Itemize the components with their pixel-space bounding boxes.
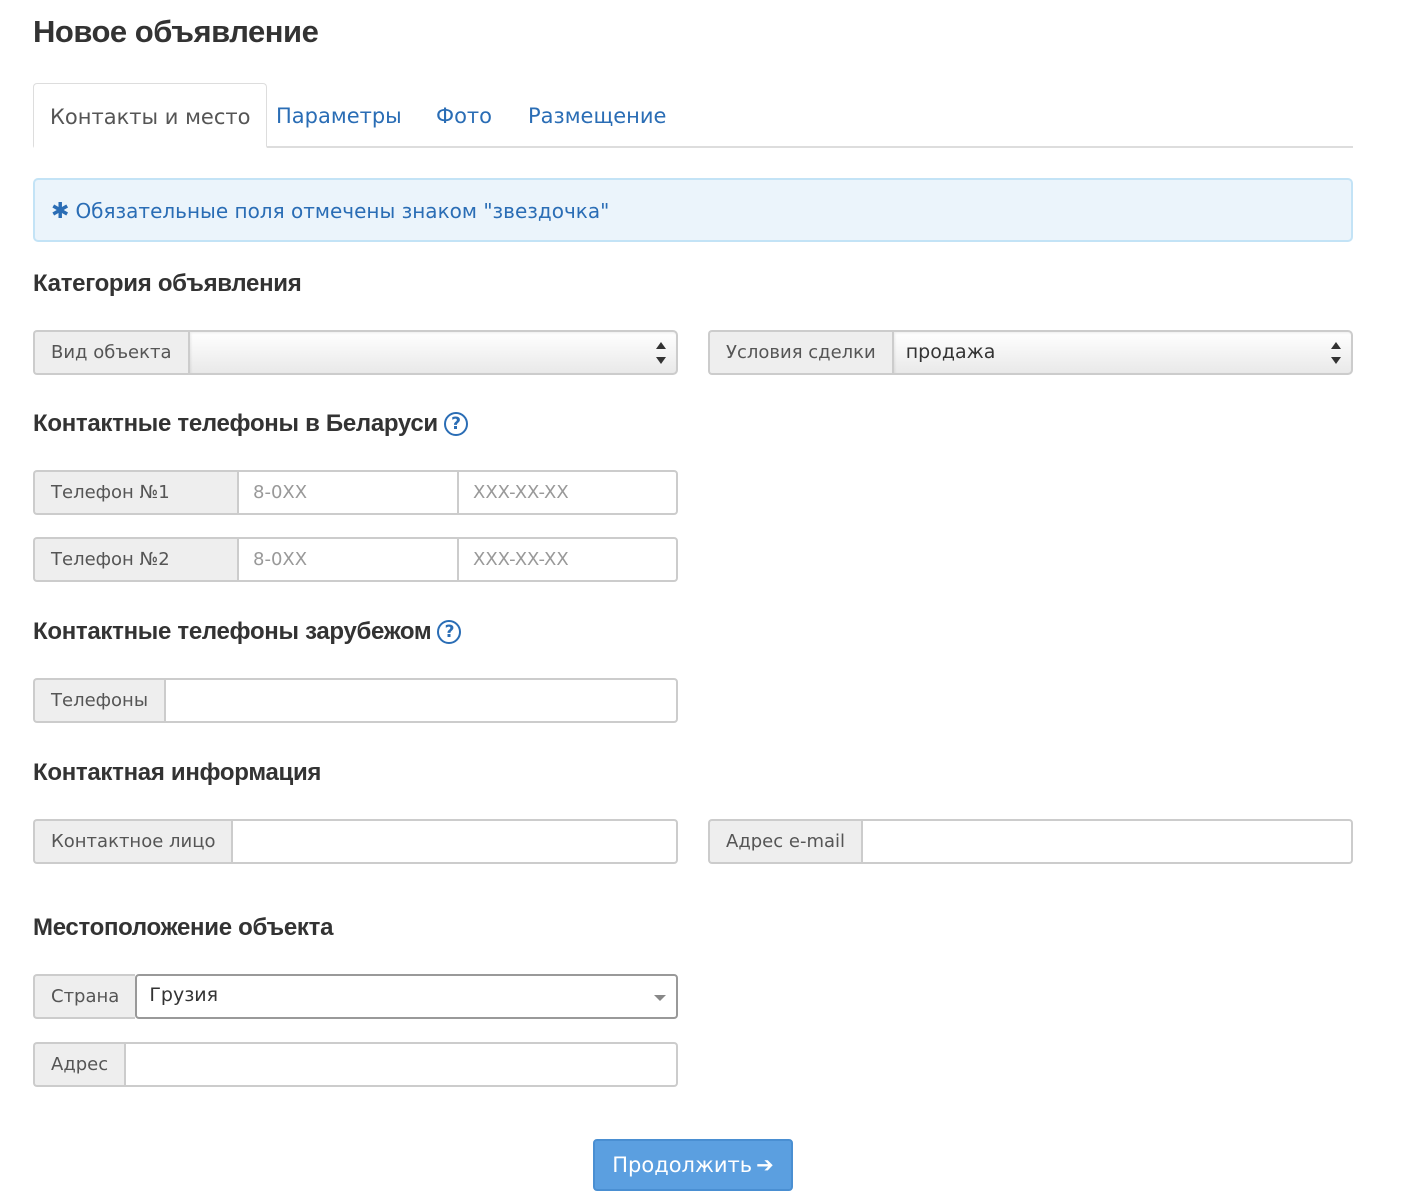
- phone1-code-input[interactable]: 8-0XX: [237, 470, 457, 515]
- phone1-number-placeholder: XXX-XX-XX: [473, 482, 569, 503]
- deal-terms-label: Условия сделки: [708, 330, 892, 375]
- phone1-number-input[interactable]: XXX-XX-XX: [457, 470, 678, 515]
- location-title-text: Местоположение объекта: [33, 914, 334, 941]
- tab-placement[interactable]: Размещение: [528, 83, 666, 148]
- category-title-text: Категория объявления: [33, 270, 302, 297]
- contact-person-input[interactable]: [231, 819, 678, 864]
- help-icon[interactable]: ?: [443, 412, 468, 436]
- object-type-group: Вид объекта: [33, 330, 678, 375]
- address-group: Адрес: [33, 1042, 678, 1087]
- phones-by-title-text: Контактные телефоны в Беларуси: [33, 410, 438, 437]
- tabs: Контакты и место Параметры Фото Размещен…: [33, 83, 1353, 148]
- contact-info-title-text: Контактная информация: [33, 759, 322, 786]
- phone2-number-input[interactable]: XXX-XX-XX: [457, 537, 678, 582]
- phones-abroad-input[interactable]: [164, 678, 678, 723]
- chevron-down-icon: [654, 995, 666, 1001]
- deal-terms-group: Условия сделки продажа: [708, 330, 1353, 375]
- arrow-right-icon: ➔: [756, 1153, 774, 1177]
- email-input[interactable]: [861, 819, 1353, 864]
- address-label: Адрес: [33, 1042, 125, 1087]
- alert-text: Обязательные поля отмечены знаком "звезд…: [75, 199, 610, 223]
- phones-by-title: Контактные телефоны в Беларуси ?: [33, 410, 468, 438]
- contact-person-label: Контактное лицо: [33, 819, 232, 864]
- location-title: Местоположение объекта: [33, 914, 333, 942]
- country-label: Страна: [33, 974, 136, 1019]
- phone2-code-placeholder: 8-0XX: [253, 549, 308, 570]
- asterisk-icon: ✱: [51, 199, 70, 224]
- deal-terms-value: продажа: [905, 341, 996, 363]
- phone2-label: Телефон №2: [33, 537, 237, 582]
- tab-parameters[interactable]: Параметры: [276, 83, 402, 148]
- category-title: Категория объявления: [33, 270, 302, 298]
- select-arrows-icon: [1331, 342, 1341, 364]
- page-title: Новое объявление: [33, 14, 319, 49]
- contact-person-group: Контактное лицо: [33, 819, 678, 864]
- tab-contacts[interactable]: Контакты и место: [33, 83, 268, 148]
- country-group: Страна Грузия: [33, 974, 678, 1019]
- phone1-label: Телефон №1: [33, 470, 237, 515]
- continue-button[interactable]: Продолжить ➔: [593, 1139, 793, 1191]
- email-group: Адрес e-mail: [708, 819, 1353, 864]
- deal-terms-select[interactable]: продажа: [891, 330, 1353, 375]
- country-select[interactable]: Грузия: [135, 974, 678, 1019]
- object-type-select[interactable]: [187, 330, 678, 375]
- help-icon[interactable]: ?: [437, 620, 462, 644]
- phones-abroad-title-text: Контактные телефоны зарубежом: [33, 618, 432, 645]
- phones-abroad-label: Телефоны: [33, 678, 165, 723]
- object-type-label: Вид объекта: [33, 330, 188, 375]
- phones-abroad-title: Контактные телефоны зарубежом ?: [33, 618, 462, 646]
- phone1-code-placeholder: 8-0XX: [253, 482, 308, 503]
- phone1-group: Телефон №1 8-0XX XXX-XX-XX: [33, 470, 678, 515]
- required-fields-alert: ✱ Обязательные поля отмечены знаком "звез…: [33, 178, 1353, 242]
- email-label: Адрес e-mail: [708, 819, 862, 864]
- country-value: Грузия: [149, 984, 219, 1006]
- phones-abroad-group: Телефоны: [33, 678, 678, 723]
- select-arrows-icon: [656, 342, 666, 364]
- phone2-group: Телефон №2 8-0XX XXX-XX-XX: [33, 537, 678, 582]
- address-input[interactable]: [124, 1042, 678, 1087]
- phone2-code-input[interactable]: 8-0XX: [237, 537, 457, 582]
- tab-photo[interactable]: Фото: [436, 83, 492, 148]
- phone2-number-placeholder: XXX-XX-XX: [473, 549, 569, 570]
- continue-button-label: Продолжить: [612, 1153, 753, 1177]
- contact-info-title: Контактная информация: [33, 759, 321, 787]
